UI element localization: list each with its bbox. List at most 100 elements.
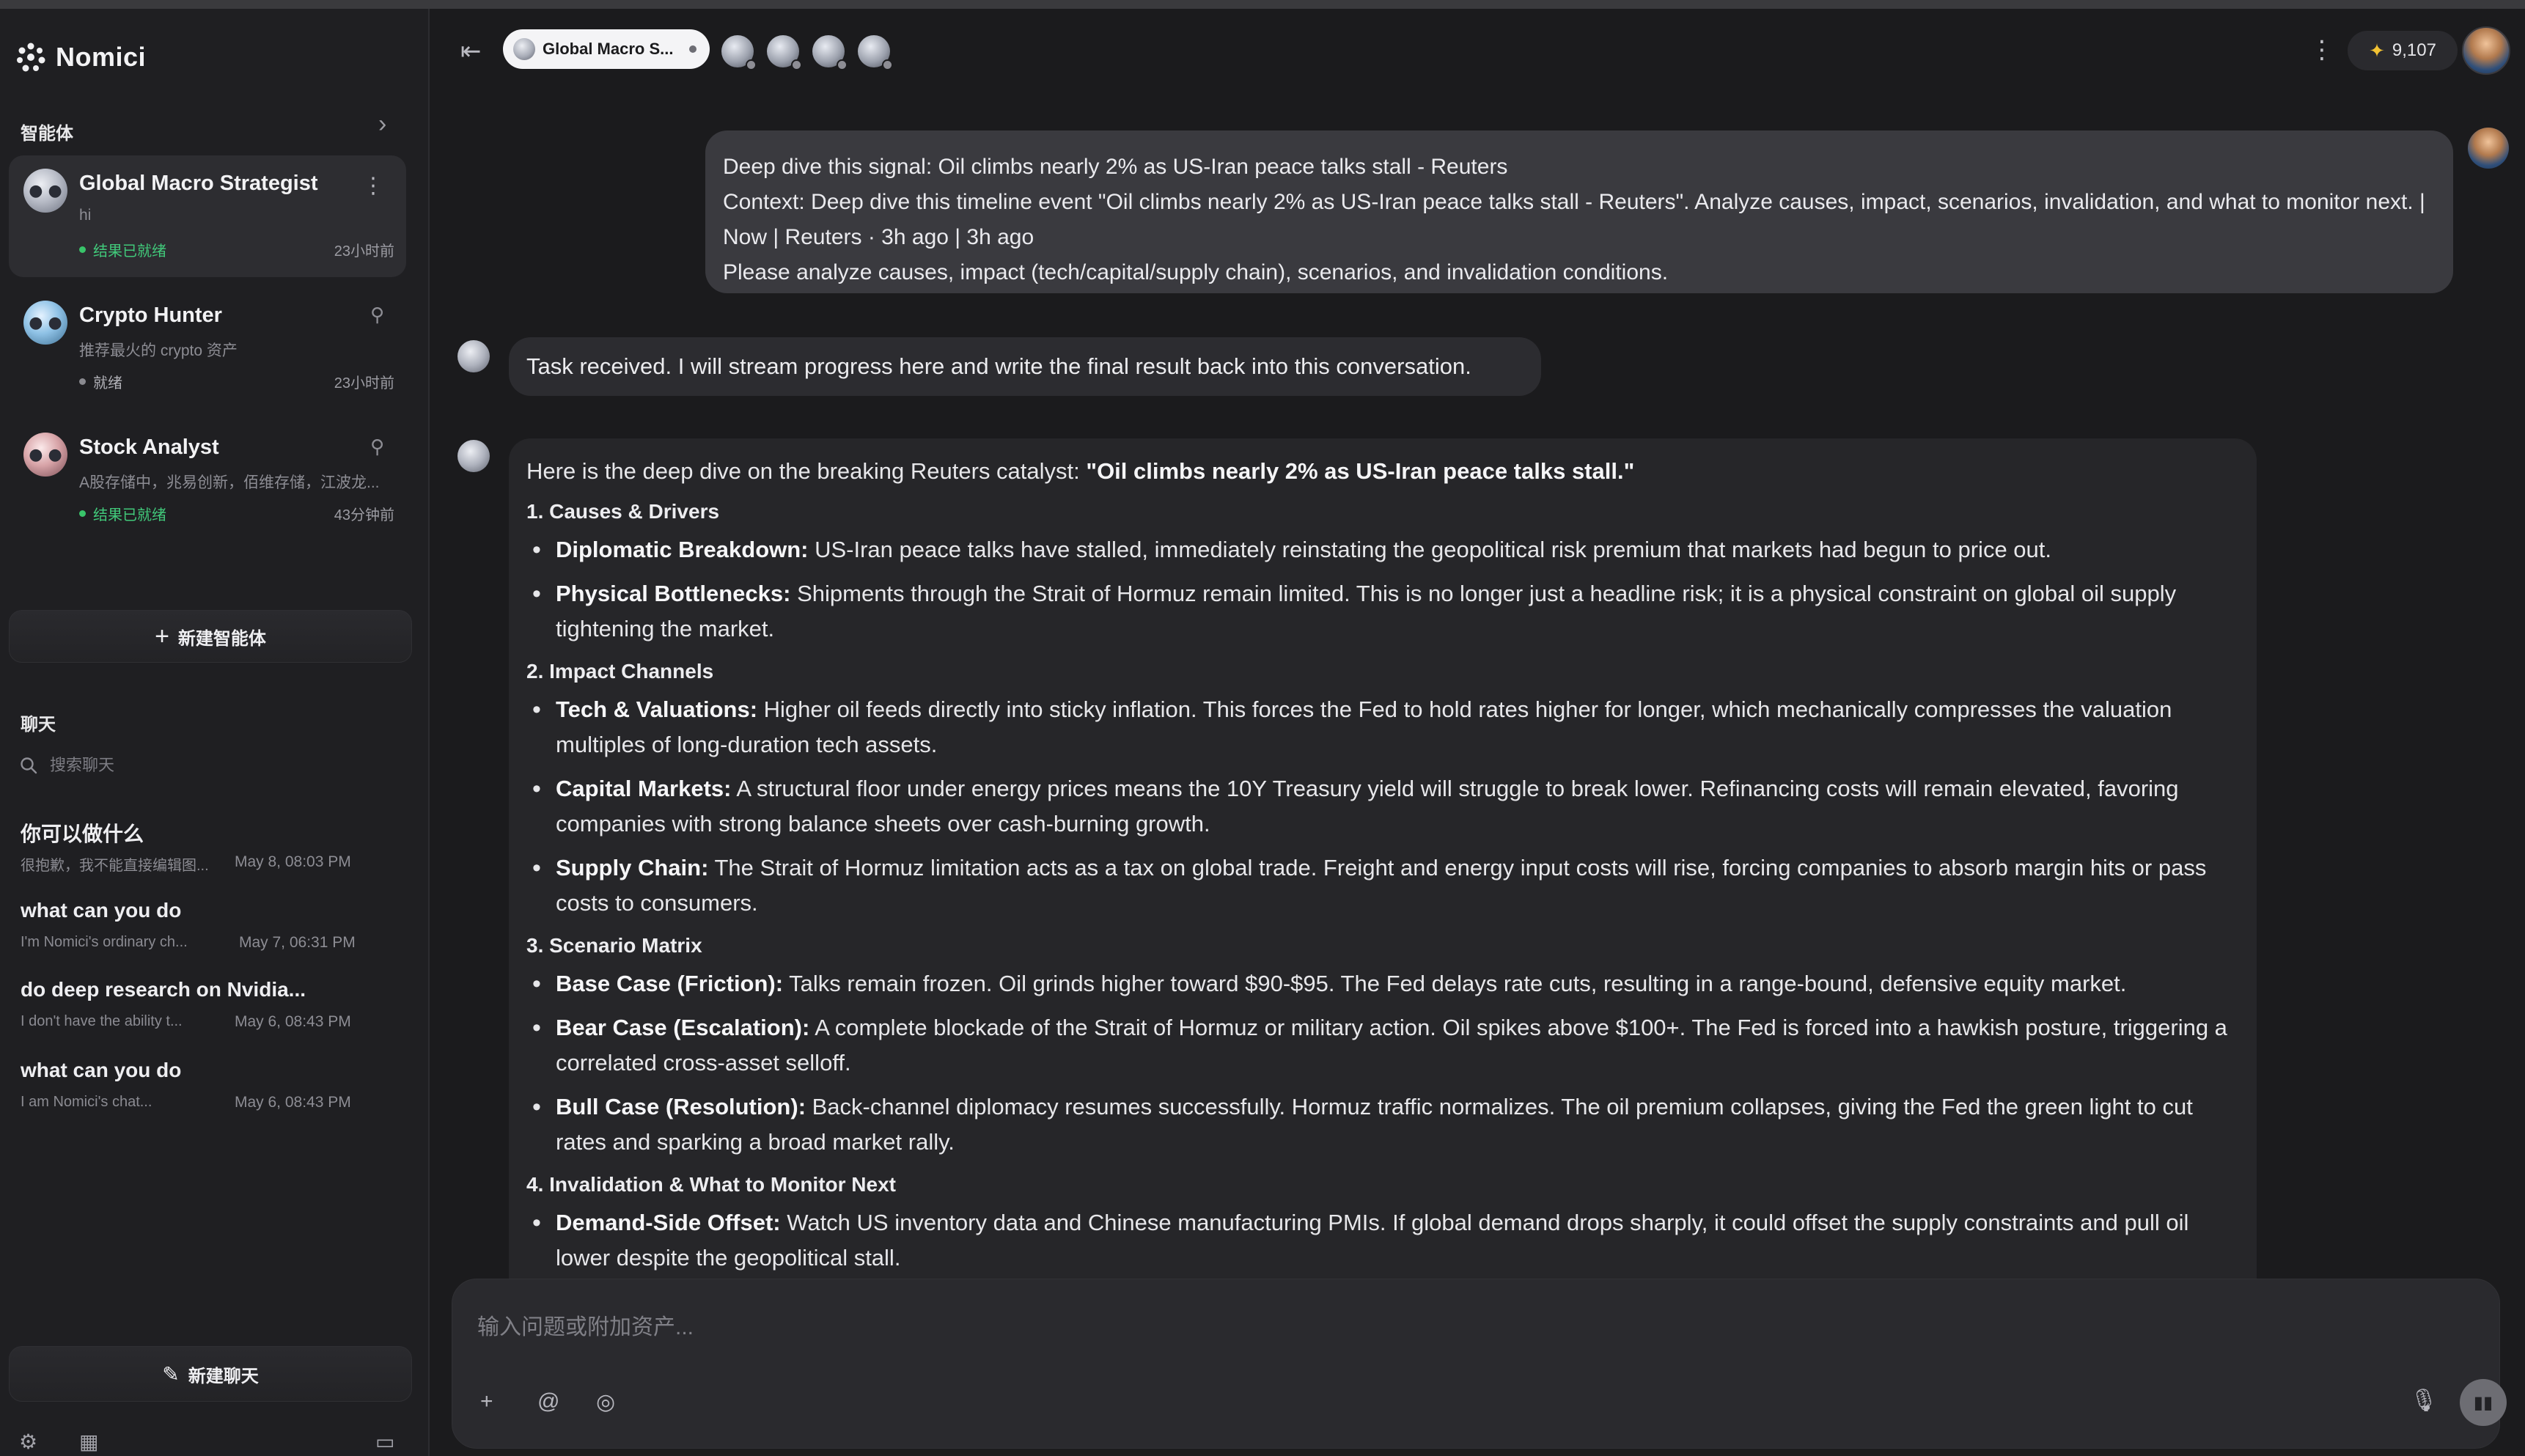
sidebar: Nomici 智能体 › ● ● Global Macro Strategist… <box>0 9 430 1456</box>
agent-avatar: ● ● <box>23 433 67 477</box>
agent-card-crypto-hunter[interactable]: ● ● Crypto Hunter 推荐最火的 crypto 资产 就绪 23小… <box>9 287 406 409</box>
agent-time: 43分钟前 <box>334 507 394 523</box>
window-top-strip <box>0 0 2525 9</box>
chevron-right-icon[interactable]: › <box>378 110 386 139</box>
bullet-point: Physical Bottlenecks: Shipments through … <box>532 576 2239 647</box>
bullet-list: Base Case (Friction): Talks remain froze… <box>526 966 2239 1160</box>
chat-list-item[interactable]: do deep research on Nvidia... I don't ha… <box>21 978 409 1048</box>
bullet-point: Bear Case (Escalation): A complete block… <box>532 1010 2239 1081</box>
bullet-point: Bull Case (Resolution): Back-channel dip… <box>532 1089 2239 1160</box>
chat-title: 你可以做什么 <box>21 823 144 845</box>
plus-icon: + <box>155 622 169 650</box>
agent-time: 23小时前 <box>334 243 394 260</box>
plus-icon[interactable]: + <box>480 1389 493 1414</box>
chat-preview: 很抱歉，我不能直接编辑图... <box>21 858 209 874</box>
agent-card-global-macro[interactable]: ● ● Global Macro Strategist hi 结果已就绪 23小… <box>9 155 406 277</box>
search-chats-input[interactable] <box>48 755 345 776</box>
user-message-line: Deep dive this signal: Oil climbs nearly… <box>723 155 1508 179</box>
bullet-list: Tech & Valuations: Higher oil feeds dire… <box>526 692 2239 921</box>
bullet-label: Tech & Valuations: <box>556 696 758 722</box>
agent-name: Crypto Hunter <box>79 304 222 327</box>
agent-subtitle: hi <box>79 207 92 224</box>
user-message-line: Please analyze causes, impact (tech/capi… <box>723 260 1669 284</box>
bullet-label: Bear Case (Escalation): <box>556 1015 810 1040</box>
agent-status: 结果已就绪 <box>79 503 166 524</box>
voice-send-button[interactable]: ▮▮ <box>2460 1379 2507 1426</box>
bullet-label: Base Case (Friction): <box>556 971 784 996</box>
agent-switch-avatar[interactable] <box>721 35 757 70</box>
status-dot-icon <box>689 45 697 53</box>
points-value: 9,107 <box>2392 40 2436 60</box>
agent-name: Global Macro Strategist <box>79 172 318 195</box>
bullet-text: Watch US inventory data and Chinese manu… <box>556 1210 2189 1271</box>
section-heading: 1. Causes & Drivers <box>526 500 720 523</box>
new-agent-button[interactable]: + 新建智能体 <box>9 610 412 663</box>
chat-time: May 6, 08:43 PM <box>235 1094 351 1111</box>
brand[interactable]: Nomici <box>15 41 146 73</box>
assistant-avatar <box>457 340 490 372</box>
agent-status-text: 结果已就绪 <box>93 243 166 260</box>
sparkle-icon: ✦ <box>2369 39 2385 62</box>
settings-gear-icon[interactable]: ⚙ <box>19 1430 37 1454</box>
collapse-sidebar-icon[interactable]: ⇤ <box>460 37 482 66</box>
edit-icon: ✎ <box>162 1362 180 1386</box>
agent-switch-avatar[interactable] <box>858 35 893 70</box>
pin-icon[interactable]: ⚲ <box>370 435 384 458</box>
agent-card-stock-analyst[interactable]: ● ● Stock Analyst A股存储中，兆易创新，佰维存储，江波龙...… <box>9 419 406 541</box>
agent-time: 23小时前 <box>334 375 394 391</box>
chat-list-item[interactable]: what can you do I'm Nomici's ordinary ch… <box>21 899 409 969</box>
assistant-avatar <box>457 440 490 472</box>
tab-global-macro[interactable]: Global Macro S... <box>503 29 710 69</box>
chat-time: May 8, 08:03 PM <box>235 853 351 870</box>
bullet-text: The Strait of Hormuz limitation acts as … <box>556 855 2207 916</box>
answer-intro-headline: "Oil climbs nearly 2% as US-Iran peace t… <box>1086 458 1635 484</box>
bullet-point: Diplomatic Breakdown: US-Iran peace talk… <box>532 532 2239 567</box>
bullet-list: Demand-Side Offset: Watch US inventory d… <box>526 1205 2239 1276</box>
assistant-ack-message: Task received. I will stream progress he… <box>509 337 1541 396</box>
new-chat-button[interactable]: ✎ 新建聊天 <box>9 1346 412 1402</box>
chat-preview: I don't have the ability t... <box>21 1013 183 1029</box>
bullet-label: Capital Markets: <box>556 776 732 801</box>
user-avatar <box>2468 128 2509 169</box>
section-heading: 3. Scenario Matrix <box>526 934 702 957</box>
mention-icon[interactable]: @ <box>537 1389 559 1414</box>
chat-time: May 7, 06:31 PM <box>239 934 356 951</box>
bullet-text: Higher oil feeds directly into sticky in… <box>556 696 2172 757</box>
message-composer: + @ ◎ 🎙 ▮▮ <box>452 1279 2507 1449</box>
bullet-label: Bull Case (Resolution): <box>556 1094 806 1119</box>
feedback-icon[interactable]: ▭ <box>375 1430 394 1454</box>
chat-preview: I'm Nomici's ordinary ch... <box>21 934 188 950</box>
chat-title: do deep research on Nvidia... <box>21 978 306 1001</box>
grid-icon[interactable]: ▦ <box>79 1430 98 1454</box>
agent-avatar: ● ● <box>23 169 67 213</box>
bullet-point: Capital Markets: A structural floor unde… <box>532 771 2239 842</box>
chat-main: ⇤ Global Macro S... ⋮ ✦ 9,107 Deep dive … <box>431 9 2525 1456</box>
pin-icon[interactable]: ⚲ <box>370 304 384 326</box>
chat-search <box>19 755 345 776</box>
agent-status-text: 就绪 <box>93 375 122 391</box>
bullet-text: Shipments through the Strait of Hormuz r… <box>556 581 2177 641</box>
microphone-icon[interactable]: 🎙 <box>2410 1388 2438 1413</box>
bullet-point: Base Case (Friction): Talks remain froze… <box>532 966 2239 1001</box>
assistant-answer: Here is the deep dive on the breaking Re… <box>509 438 2257 1279</box>
agent-name: Stock Analyst <box>79 435 219 459</box>
agent-switch-avatar[interactable] <box>767 35 802 70</box>
status-dot-icon <box>79 510 86 517</box>
search-icon <box>21 757 37 774</box>
bullet-label: Demand-Side Offset: <box>556 1210 781 1235</box>
agent-avatar: ● ● <box>23 301 67 345</box>
points-badge[interactable]: ✦ 9,107 <box>2348 31 2458 70</box>
new-agent-label: 新建智能体 <box>177 628 266 649</box>
message-input[interactable] <box>476 1315 2312 1341</box>
chat-list-item[interactable]: 你可以做什么 很抱歉，我不能直接编辑图... May 8, 08:03 PM <box>21 818 409 889</box>
chat-list-item[interactable]: what can you do I am Nomici's chat... Ma… <box>21 1059 409 1129</box>
new-chat-label: 新建聊天 <box>188 1366 259 1386</box>
target-icon[interactable]: ◎ <box>596 1389 615 1415</box>
agent-switch-avatar[interactable] <box>812 35 848 70</box>
agent-status: 就绪 <box>79 371 122 392</box>
more-vertical-icon[interactable]: ⋮ <box>362 173 384 199</box>
bullet-text: Talks remain frozen. Oil grinds higher t… <box>783 971 2127 996</box>
user-avatar[interactable] <box>2462 26 2510 75</box>
bullet-label: Physical Bottlenecks: <box>556 581 791 606</box>
more-vertical-icon[interactable]: ⋮ <box>2309 35 2334 65</box>
